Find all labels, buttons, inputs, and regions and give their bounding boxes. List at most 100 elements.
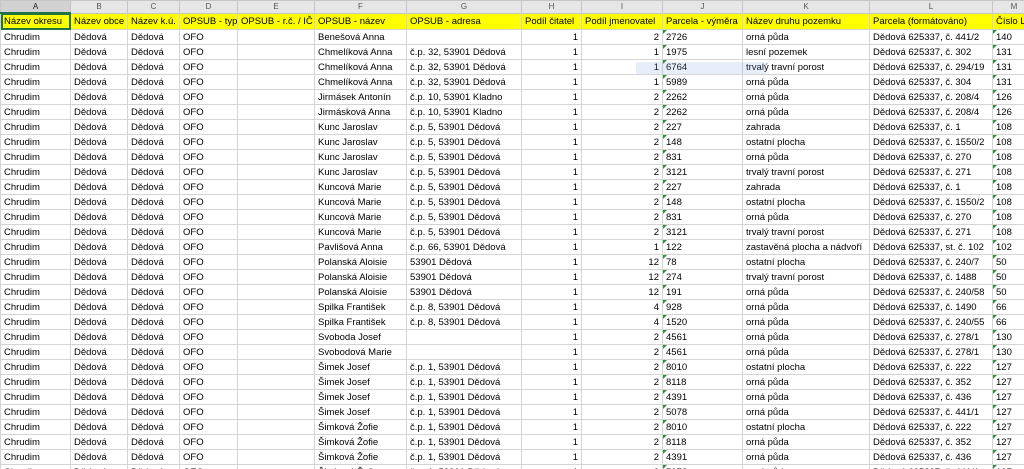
table-cell[interactable]: 1 [521,389,582,405]
table-cell[interactable]: 12 [581,269,663,285]
table-cell[interactable]: OFO [179,209,238,225]
table-cell[interactable]: 131 [992,59,1024,75]
table-cell[interactable]: Dědová 625337, č. 222 [869,359,993,375]
table-cell[interactable]: 227 [662,179,743,195]
table-cell[interactable]: č.p. 1, 53901 Dědová [406,434,522,450]
table-cell[interactable]: Dědová 625337, č. 271 [869,164,993,180]
table-cell[interactable]: Šimek Josef [314,374,407,390]
table-cell[interactable]: Chrudim [0,209,71,225]
table-cell[interactable]: Chmelíková Anna [314,59,407,75]
table-cell[interactable]: Šimek Josef [314,404,407,420]
table-cell[interactable]: č.p. 32, 53901 Dědová [406,44,522,60]
table-cell[interactable]: Šimek Josef [314,359,407,375]
table-cell[interactable]: 1520 [662,314,743,330]
table-cell[interactable] [237,134,315,150]
table-cell[interactable]: Šimek Josef [314,389,407,405]
column-letter-f[interactable]: F [314,0,407,14]
table-cell[interactable]: 126 [992,104,1024,120]
header-cell[interactable]: OPSUB - název [314,12,407,30]
table-cell[interactable]: 1 [521,59,582,75]
table-cell[interactable]: 1 [521,134,582,150]
table-cell[interactable]: Dědová [70,344,128,360]
table-cell[interactable]: ostatní plocha [742,419,870,435]
table-cell[interactable]: Chrudim [0,449,71,465]
table-cell[interactable]: Dědová 625337, č. 1490 [869,299,993,315]
table-cell[interactable]: Chrudim [0,104,71,120]
table-cell[interactable]: 2262 [662,104,743,120]
table-cell[interactable] [237,329,315,345]
table-cell[interactable]: OFO [179,59,238,75]
table-cell[interactable] [237,284,315,300]
table-cell[interactable]: 1 [521,374,582,390]
table-cell[interactable]: Polanská Aloisie [314,254,407,270]
table-cell[interactable]: Benešová Anna [314,29,407,45]
table-cell[interactable]: Dědová 625337, č. 208/4 [869,104,993,120]
table-cell[interactable]: 1 [521,179,582,195]
table-cell[interactable]: 1 [521,314,582,330]
table-cell[interactable]: Dědová 625337, č. 352 [869,434,993,450]
table-cell[interactable]: 2 [581,404,663,420]
table-cell[interactable]: Šimková Žofie [314,419,407,435]
table-cell[interactable]: Dědová [70,404,128,420]
table-cell[interactable]: Dědová 625337, č. 1 [869,119,993,135]
table-cell[interactable]: OFO [179,359,238,375]
table-cell[interactable]: 1 [521,284,582,300]
table-cell[interactable]: Dědová [70,374,128,390]
table-cell[interactable] [406,29,522,45]
table-cell[interactable]: Chrudim [0,419,71,435]
table-cell[interactable]: Dědová [127,29,180,45]
table-cell[interactable]: Chrudim [0,344,71,360]
table-cell[interactable]: Chrudim [0,314,71,330]
table-cell[interactable]: orná půda [742,299,870,315]
table-cell[interactable]: Dědová [127,179,180,195]
table-cell[interactable]: 1 [521,224,582,240]
table-cell[interactable]: 108 [992,164,1024,180]
table-cell[interactable]: trvalý travní porost [742,224,870,240]
table-cell[interactable]: Dědová [70,449,128,465]
table-cell[interactable] [237,434,315,450]
table-cell[interactable]: č.p. 5, 53901 Dědová [406,179,522,195]
table-cell[interactable]: ostatní plocha [742,254,870,270]
table-cell[interactable]: 1 [521,29,582,45]
table-cell[interactable]: 66 [992,299,1024,315]
table-cell[interactable]: 50 [992,269,1024,285]
table-cell[interactable]: Kunc Jaroslav [314,164,407,180]
table-cell[interactable]: 12 [581,284,663,300]
table-cell[interactable] [237,449,315,465]
table-cell[interactable]: Dědová [127,284,180,300]
table-cell[interactable]: OFO [179,134,238,150]
table-cell[interactable]: Dědová [70,209,128,225]
table-cell[interactable]: Chrudim [0,299,71,315]
table-cell[interactable]: Dědová 625337, č. 436 [869,449,993,465]
table-cell[interactable]: OFO [179,344,238,360]
table-cell[interactable]: Dědová [70,329,128,345]
table-cell[interactable]: Dědová [127,434,180,450]
table-cell[interactable]: 2 [581,449,663,465]
table-cell[interactable]: 5078 [662,464,743,469]
table-cell[interactable]: OFO [179,119,238,135]
table-cell[interactable]: Chrudim [0,464,71,469]
table-cell[interactable]: Svoboda Josef [314,329,407,345]
table-cell[interactable]: 1975 [662,44,743,60]
table-cell[interactable] [237,44,315,60]
table-cell[interactable]: 1 [521,209,582,225]
header-cell[interactable]: Číslo LV [992,12,1024,30]
table-cell[interactable]: 122 [662,239,743,255]
column-letter-h[interactable]: H [521,0,582,14]
table-cell[interactable]: 2726 [662,29,743,45]
table-cell[interactable]: OFO [179,149,238,165]
table-cell[interactable]: Pavlišová Anna [314,239,407,255]
table-cell[interactable]: 50 [992,284,1024,300]
column-letter-d[interactable]: D [179,0,238,14]
table-cell[interactable]: č.p. 5, 53901 Dědová [406,194,522,210]
table-cell[interactable]: Dědová [70,314,128,330]
table-cell[interactable]: orná půda [742,74,870,90]
table-cell[interactable]: Dědová [127,344,180,360]
table-cell[interactable]: Dědová [127,59,180,75]
table-cell[interactable]: zahrada [742,119,870,135]
table-cell[interactable] [406,329,522,345]
table-cell[interactable]: 2262 [662,89,743,105]
table-cell[interactable]: 2 [581,329,663,345]
table-cell[interactable]: Dědová [127,329,180,345]
table-cell[interactable]: č.p. 10, 53901 Kladno [406,104,522,120]
